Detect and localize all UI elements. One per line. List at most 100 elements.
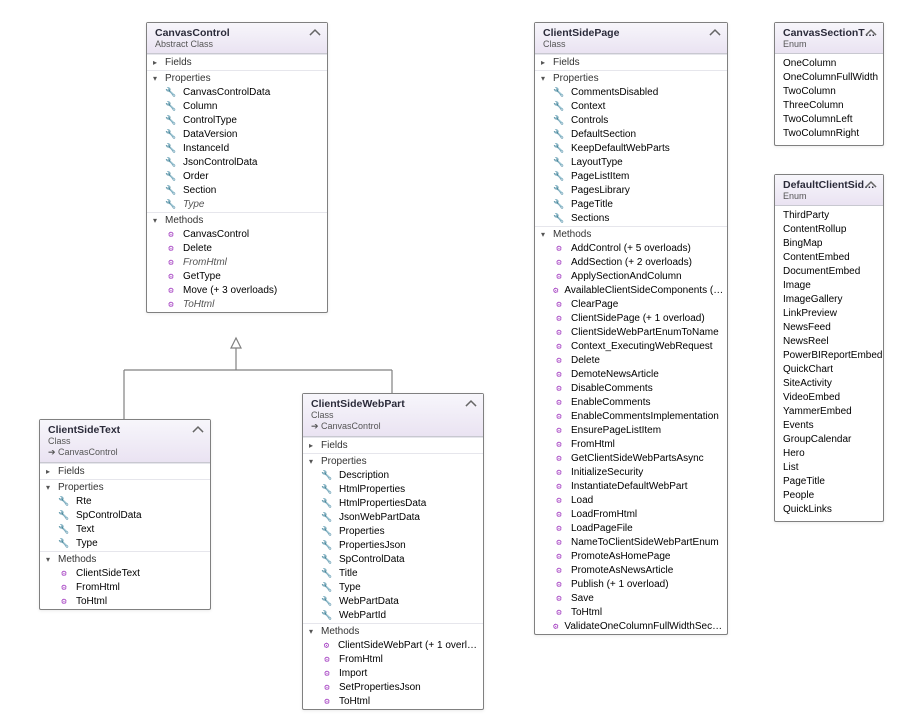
enum-item[interactable]: ThreeColumn xyxy=(783,99,877,113)
method-item[interactable]: ⚙AvailableClientSideComponents (… xyxy=(535,284,727,298)
enum-item[interactable]: ImageGallery xyxy=(783,293,877,307)
property-item[interactable]: 🔧CommentsDisabled xyxy=(535,86,727,100)
property-item[interactable]: 🔧Order xyxy=(147,170,327,184)
method-item[interactable]: ⚙PromoteAsHomePage xyxy=(535,550,727,564)
method-item[interactable]: ⚙GetType xyxy=(147,270,327,284)
section-header[interactable]: ▸Fields xyxy=(303,437,483,453)
enum-item[interactable]: QuickChart xyxy=(783,363,877,377)
constructor-item[interactable]: ⚙ClientSideText xyxy=(40,567,210,581)
property-item[interactable]: 🔧Sections xyxy=(535,212,727,226)
property-item[interactable]: 🔧Controls xyxy=(535,114,727,128)
enum-item[interactable]: NewsFeed xyxy=(783,321,877,335)
constructor-item[interactable]: ⚙CanvasControl xyxy=(147,228,327,242)
section-header[interactable]: ▾Properties xyxy=(40,479,210,495)
section-header[interactable]: ▾Methods xyxy=(147,212,327,228)
method-item[interactable]: ⚙EnableComments xyxy=(535,396,727,410)
enum-item[interactable]: SiteActivity xyxy=(783,377,877,391)
class-clientsidewebpart[interactable]: ClientSideWebPartClass➔ CanvasControl▸Fi… xyxy=(302,393,484,710)
enum-item[interactable]: ContentEmbed xyxy=(783,251,877,265)
enum-item[interactable]: QuickLinks xyxy=(783,503,877,517)
property-item[interactable]: 🔧Section xyxy=(147,184,327,198)
enum-item[interactable]: TwoColumnRight xyxy=(783,127,877,141)
method-item[interactable]: ⚙Delete xyxy=(535,354,727,368)
section-header[interactable]: ▾Methods xyxy=(40,551,210,567)
enum-item[interactable]: GroupCalendar xyxy=(783,433,877,447)
collapse-icon[interactable] xyxy=(309,27,321,39)
enum-item[interactable]: Events xyxy=(783,419,877,433)
property-item[interactable]: 🔧WebPartId xyxy=(303,609,483,623)
section-header[interactable]: ▾Methods xyxy=(303,623,483,639)
method-item[interactable]: ⚙ValidateOneColumnFullWidthSec… xyxy=(535,620,727,634)
class-header[interactable]: CanvasControlAbstract Class xyxy=(147,23,327,54)
enum-item[interactable]: Image xyxy=(783,279,877,293)
method-item[interactable]: ⚙EnsurePageListItem xyxy=(535,424,727,438)
method-item[interactable]: ⚙ToHtml xyxy=(40,595,210,609)
method-item[interactable]: ⚙AddSection (+ 2 overloads) xyxy=(535,256,727,270)
enum-defaultclientsidewebparts[interactable]: DefaultClientSid…EnumThirdPartyContentRo… xyxy=(774,174,884,522)
method-item[interactable]: ⚙ToHtml xyxy=(303,695,483,709)
enum-item[interactable]: DocumentEmbed xyxy=(783,265,877,279)
property-item[interactable]: 🔧SpControlData xyxy=(303,553,483,567)
enum-item[interactable]: Hero xyxy=(783,447,877,461)
enum-item[interactable]: ContentRollup xyxy=(783,223,877,237)
section-header[interactable]: ▸Fields xyxy=(535,54,727,70)
class-header[interactable]: ClientSideWebPartClass➔ CanvasControl xyxy=(303,394,483,437)
property-item[interactable]: 🔧InstanceId xyxy=(147,142,327,156)
collapse-icon[interactable] xyxy=(709,27,721,39)
method-item[interactable]: ⚙Import xyxy=(303,667,483,681)
method-item[interactable]: ⚙FromHtml xyxy=(147,256,327,270)
property-item[interactable]: 🔧WebPartData xyxy=(303,595,483,609)
enum-item[interactable]: PageTitle xyxy=(783,475,877,489)
class-clientsidetext[interactable]: ClientSideTextClass➔ CanvasControl▸Field… xyxy=(39,419,211,610)
method-item[interactable]: ⚙Delete xyxy=(147,242,327,256)
section-header[interactable]: ▸Fields xyxy=(40,463,210,479)
class-header[interactable]: ClientSidePageClass xyxy=(535,23,727,54)
method-item[interactable]: ⚙SetPropertiesJson xyxy=(303,681,483,695)
enum-item[interactable]: TwoColumnLeft xyxy=(783,113,877,127)
method-item[interactable]: ⚙DemoteNewsArticle xyxy=(535,368,727,382)
property-item[interactable]: 🔧KeepDefaultWebParts xyxy=(535,142,727,156)
class-canvascontrol[interactable]: CanvasControlAbstract Class▸Fields▾Prope… xyxy=(146,22,328,313)
method-item[interactable]: ⚙PromoteAsNewsArticle xyxy=(535,564,727,578)
enum-canvassectiontemplate[interactable]: CanvasSectionT…Enum OneColumnOneColumnFul… xyxy=(774,22,884,146)
section-header[interactable]: ▾Properties xyxy=(147,70,327,86)
property-item[interactable]: 🔧Properties xyxy=(303,525,483,539)
method-item[interactable]: ⚙ApplySectionAndColumn xyxy=(535,270,727,284)
method-item[interactable]: ⚙InstantiateDefaultWebPart xyxy=(535,480,727,494)
collapse-icon[interactable] xyxy=(865,27,877,39)
property-item[interactable]: 🔧PropertiesJson xyxy=(303,539,483,553)
class-header[interactable]: CanvasSectionT…Enum xyxy=(775,23,883,54)
method-item[interactable]: ⚙Context_ExecutingWebRequest xyxy=(535,340,727,354)
method-item[interactable]: ⚙ClearPage xyxy=(535,298,727,312)
property-item[interactable]: 🔧Rte xyxy=(40,495,210,509)
section-header[interactable]: ▾Properties xyxy=(303,453,483,469)
enum-item[interactable]: NewsReel xyxy=(783,335,877,349)
enum-item[interactable]: TwoColumn xyxy=(783,85,877,99)
enum-item[interactable]: List xyxy=(783,461,877,475)
method-item[interactable]: ⚙AddControl (+ 5 overloads) xyxy=(535,242,727,256)
enum-item[interactable]: BingMap xyxy=(783,237,877,251)
method-item[interactable]: ⚙Move (+ 3 overloads) xyxy=(147,284,327,298)
method-item[interactable]: ⚙NameToClientSideWebPartEnum xyxy=(535,536,727,550)
property-item[interactable]: 🔧HtmlProperties xyxy=(303,483,483,497)
property-item[interactable]: 🔧Text xyxy=(40,523,210,537)
property-item[interactable]: 🔧Title xyxy=(303,567,483,581)
method-item[interactable]: ⚙FromHtml xyxy=(303,653,483,667)
property-item[interactable]: 🔧HtmlPropertiesData xyxy=(303,497,483,511)
class-header[interactable]: DefaultClientSid…Enum xyxy=(775,175,883,206)
method-item[interactable]: ⚙FromHtml xyxy=(535,438,727,452)
method-item[interactable]: ⚙GetClientSideWebPartsAsync xyxy=(535,452,727,466)
property-item[interactable]: 🔧Context xyxy=(535,100,727,114)
method-item[interactable]: ⚙InitializeSecurity xyxy=(535,466,727,480)
method-item[interactable]: ⚙ClientSideWebPartEnumToName xyxy=(535,326,727,340)
property-item[interactable]: 🔧JsonWebPartData xyxy=(303,511,483,525)
constructor-item[interactable]: ⚙ClientSidePage (+ 1 overload) xyxy=(535,312,727,326)
property-item[interactable]: 🔧JsonControlData xyxy=(147,156,327,170)
section-header[interactable]: ▾Methods xyxy=(535,226,727,242)
method-item[interactable]: ⚙Publish (+ 1 overload) xyxy=(535,578,727,592)
method-item[interactable]: ⚙LoadFromHtml xyxy=(535,508,727,522)
enum-item[interactable]: People xyxy=(783,489,877,503)
enum-item[interactable]: OneColumnFullWidth xyxy=(783,71,877,85)
enum-item[interactable]: OneColumn xyxy=(783,57,877,71)
class-header[interactable]: ClientSideTextClass➔ CanvasControl xyxy=(40,420,210,463)
